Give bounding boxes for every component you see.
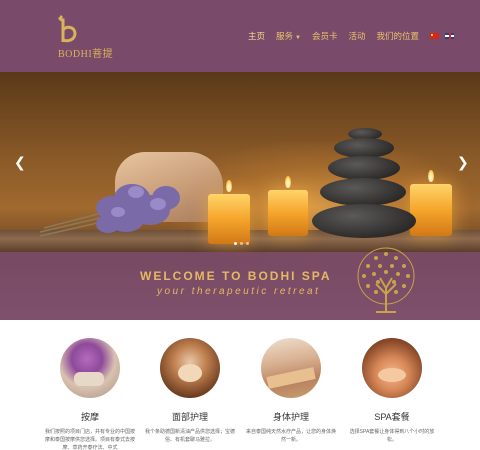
service-title: SPA套餐 — [374, 412, 410, 422]
hot-stone-stack-image — [310, 128, 418, 242]
service-description: 选择SPA套餐让身体得到八个小时的放松。 — [349, 429, 435, 443]
service-massage[interactable]: 按摩 我们按照的项目门店，并有专业的中国按摩和泰国按摩供您选择。项目有泰式去按摩… — [40, 338, 140, 450]
stone — [320, 178, 406, 206]
service-title: 身体护理 — [272, 412, 309, 422]
service-spa-package-image[interactable] — [362, 338, 422, 398]
flame-icon — [428, 170, 434, 182]
slider-dot[interactable] — [240, 242, 243, 245]
china-flag-icon[interactable] — [430, 33, 440, 39]
site-header: BODHI菩提 主页 服务 ▼ 会员卡 活动 我们的位置 — [0, 0, 480, 72]
service-title: 面部护理 — [171, 412, 208, 422]
main-nav: 主页 服务 ▼ 会员卡 活动 我们的位置 — [248, 30, 460, 42]
service-facial[interactable]: 面部护理 我个条助德国新清油产品供您选择；宝德俗、有机套聊马雅拉。 — [140, 338, 240, 444]
hero-subtitle: your therapeutic retreat — [157, 286, 321, 297]
chevron-left-icon[interactable]: ❮ — [14, 154, 26, 171]
hero-title: WELCOME TO BODHI SPA — [140, 269, 332, 283]
body-scrub — [266, 367, 316, 389]
nav-item-services[interactable]: 服务 ▼ — [276, 30, 301, 42]
brand-name: BODHI菩提 — [58, 49, 114, 60]
chevron-right-icon[interactable]: ❯ — [457, 154, 469, 171]
stone — [312, 204, 416, 238]
hero-slider: ❮ ❯ WELCOME TO BODHI SPA your therapeuti… — [0, 72, 480, 320]
service-title: 按摩 — [80, 412, 99, 422]
face-mask — [178, 364, 202, 382]
service-description: 我们按照的项目门店，并有专业的中国按摩和泰国按摩供您选择。项目有泰式去按摩、草药… — [44, 429, 135, 450]
service-description: 我个条助德国新清油产品供您选择；宝德俗、有机套聊马雅拉。 — [144, 429, 235, 443]
salt-bowl — [378, 368, 406, 382]
services-section: 按摩 我们按照的项目门店，并有专业的中国按摩和泰国按摩供您选择。项目有泰式去按摩… — [0, 320, 480, 450]
service-facial-image[interactable] — [160, 338, 220, 398]
uk-flag-icon[interactable] — [445, 33, 455, 39]
rolled-towel — [74, 372, 104, 386]
nav-item-home[interactable]: 主页 — [248, 30, 265, 42]
candle-middle — [268, 176, 308, 236]
lavender-bundle-image — [40, 184, 180, 237]
service-description: 来自泰国纯天然水疗产品，让您的身体焕然一新。 — [245, 429, 336, 443]
slider-dot[interactable] — [234, 242, 237, 245]
nav-item-services-label: 服务 — [276, 31, 294, 41]
bodhi-tree-icon — [357, 247, 415, 313]
chevron-down-icon: ▼ — [295, 35, 301, 41]
flame-icon — [226, 180, 232, 192]
service-body-care[interactable]: 身体护理 来自泰国纯天然水疗产品，让您的身体焕然一新。 — [241, 338, 341, 444]
service-spa-package[interactable]: SPA套餐 选择SPA套餐让身体得到八个小时的放松。 — [342, 338, 442, 444]
nav-item-events[interactable]: 活动 — [349, 30, 366, 42]
service-body-care-image[interactable] — [261, 338, 321, 398]
slider-dots — [234, 232, 252, 250]
brand-logo[interactable]: BODHI菩提 — [52, 14, 122, 60]
slider-dot[interactable] — [246, 242, 249, 245]
nav-item-membership[interactable]: 会员卡 — [312, 30, 338, 42]
stone — [334, 138, 394, 158]
nav-item-location[interactable]: 我们的位置 — [377, 30, 420, 42]
flame-icon — [285, 176, 291, 188]
service-massage-image[interactable] — [60, 338, 120, 398]
stone — [328, 156, 400, 180]
bodhi-logo-icon — [58, 14, 77, 43]
candle-body — [268, 190, 308, 236]
